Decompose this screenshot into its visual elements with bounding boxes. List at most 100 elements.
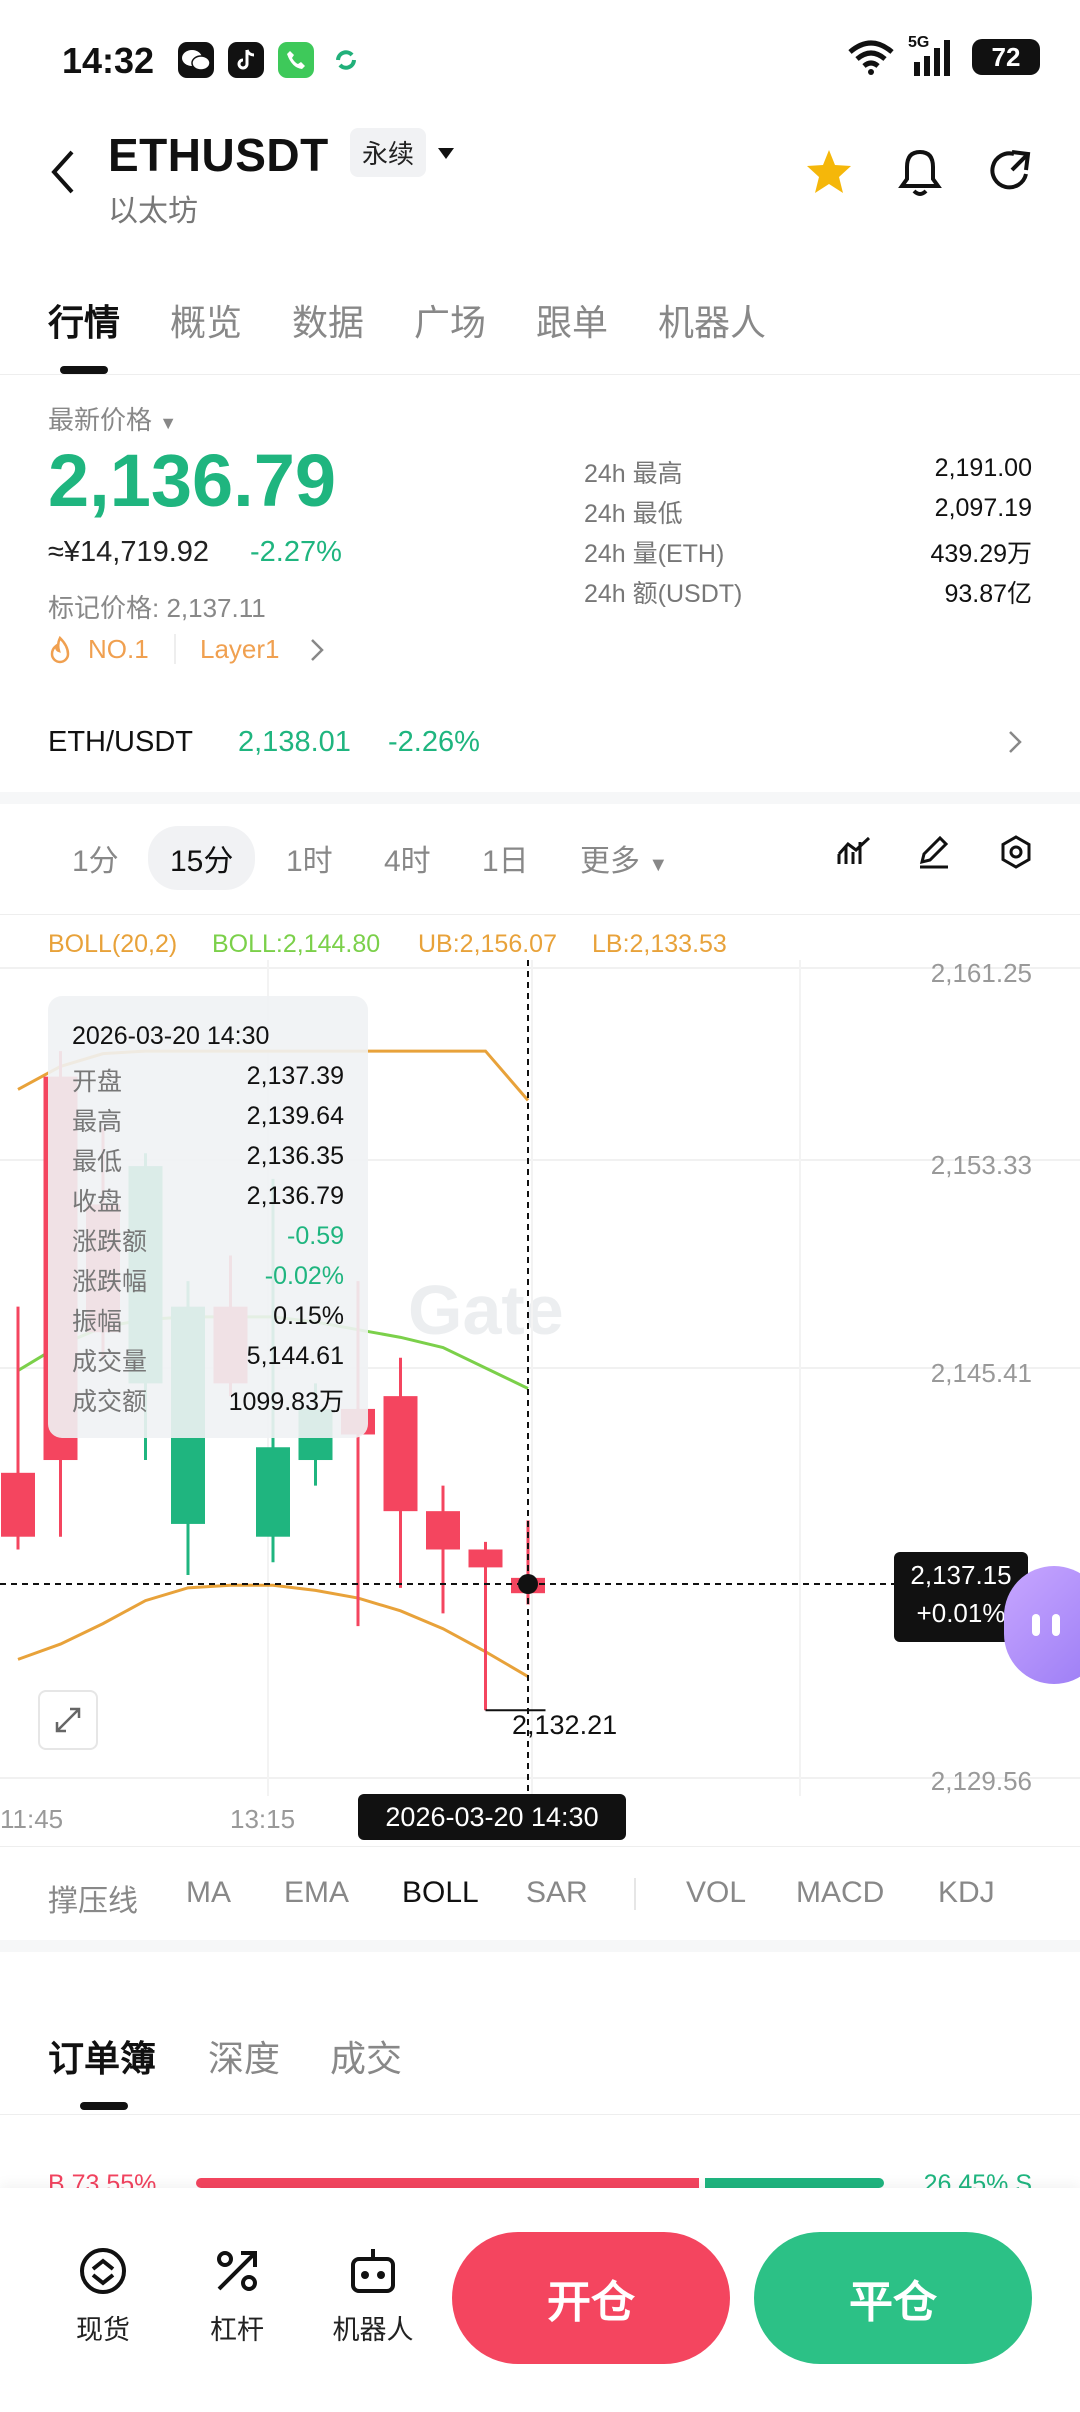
stat-value: 439.29万 <box>930 540 1032 568</box>
interval-more[interactable]: 更多 ▼ <box>580 836 668 880</box>
spot-label: 现货 <box>76 2315 130 2345</box>
latest-price-label[interactable]: 最新价格 ▼ <box>48 400 177 437</box>
tooltip-key: 成交量 <box>72 1348 148 1376</box>
stat-row: 24h 最高 2,191.00 <box>584 454 1032 494</box>
stat-key: 24h 额(USDT) <box>584 580 743 608</box>
indicator-kdj[interactable]: KDJ <box>938 1876 995 1910</box>
back-icon[interactable] <box>48 148 78 196</box>
tab-market[interactable]: 行情 <box>48 294 120 346</box>
tooltip-date-row: 2026-03-20 14:30 <box>72 1022 344 1062</box>
tooltip-row: 最低 2,136.35 <box>72 1142 344 1182</box>
open-position-button[interactable]: 开仓 <box>452 2232 730 2364</box>
tooltip-value: 2,136.35 <box>246 1142 344 1170</box>
pair-name: 以太坊 <box>108 195 198 228</box>
robot-nav-button[interactable]: 机器人 <box>318 2245 428 2347</box>
tab-square[interactable]: 广场 <box>414 294 486 346</box>
chevron-right-icon[interactable] <box>1008 730 1022 754</box>
tab-orderbook[interactable]: 订单簿 <box>48 2030 156 2082</box>
boll-lb-value: LB:2,133.53 <box>592 930 727 958</box>
spot-nav-button[interactable]: 现货 <box>48 2245 158 2347</box>
leverage-nav-button[interactable]: 杠杆 <box>182 2245 292 2347</box>
rank-tag[interactable]: NO.1 <box>88 634 149 665</box>
interval-1m[interactable]: 1分 <box>72 836 119 880</box>
tab-robot[interactable]: 机器人 <box>658 294 766 346</box>
battery-icon: 72 <box>972 39 1040 75</box>
orderbook-underline <box>80 2102 128 2110</box>
indicator-vol[interactable]: VOL <box>686 1876 746 1910</box>
divider <box>0 374 1080 375</box>
stat-row: 24h 量(ETH) 439.29万 <box>584 534 1032 574</box>
indicator-ema[interactable]: EMA <box>284 1876 349 1910</box>
indicator-sar[interactable]: SAR <box>526 1876 588 1910</box>
stat-key: 24h 最低 <box>584 500 683 528</box>
leverage-label: 杠杆 <box>210 2315 264 2345</box>
status-right: 5G 72 <box>846 34 1040 76</box>
candle-tooltip: 2026-03-20 14:30 开盘 2,137.39 最高 2,139.64 最… <box>48 996 368 1438</box>
candle-body <box>383 1396 418 1512</box>
expand-chart-button[interactable] <box>38 1690 98 1750</box>
wifi-icon <box>848 40 894 75</box>
tooltip-row: 最高 2,139.64 <box>72 1102 344 1142</box>
tab-trades[interactable]: 成交 <box>330 2030 402 2082</box>
indicator-divider <box>634 1878 636 1910</box>
tab-data[interactable]: 数据 <box>292 294 364 346</box>
tooltip-value: 0.15% <box>273 1302 344 1330</box>
boll-ub-value: UB:2,156.07 <box>418 930 557 958</box>
tab-overview[interactable]: 概览 <box>170 294 242 346</box>
spot-pair[interactable]: ETH/USDT <box>48 726 193 759</box>
tooltip-value: 1099.83万 <box>228 1388 344 1416</box>
favorite-star-icon[interactable] <box>804 148 854 196</box>
interval-1d[interactable]: 1日 <box>482 836 529 880</box>
spot-price: 2,138.01 <box>238 726 351 758</box>
status-apps <box>178 42 364 78</box>
interval-15m[interactable]: 15分 <box>148 826 256 890</box>
candle-body <box>426 1511 460 1550</box>
tooltip-value: -0.02% <box>264 1262 344 1290</box>
tooltip-row: 涨跌幅 -0.02% <box>72 1262 344 1302</box>
caret-down-icon[interactable] <box>436 146 456 162</box>
tab-copy-trade[interactable]: 跟单 <box>536 294 608 346</box>
indicator-ma[interactable]: MA <box>186 1876 231 1910</box>
crosshair-dot <box>518 1573 538 1594</box>
indicator-icon[interactable] <box>836 834 872 870</box>
chevron-right-icon[interactable] <box>310 638 324 662</box>
tooltip-row: 成交量 5,144.61 <box>72 1342 344 1382</box>
network-type: 5G <box>908 34 930 51</box>
chart-settings-icon[interactable] <box>998 834 1034 870</box>
cny-price: ≈¥14,719.92 <box>48 536 210 568</box>
indicator-support[interactable]: 撑压线 <box>48 1876 138 1920</box>
stat-row: 24h 最低 2,097.19 <box>584 494 1032 534</box>
y-tick: 2,153.33 <box>930 1150 1032 1180</box>
draw-pencil-icon[interactable] <box>916 834 952 870</box>
floating-assistant-button[interactable] <box>1004 1566 1080 1684</box>
y-tick: 2,129.56 <box>930 1766 1032 1796</box>
boll-mid-value: BOLL:2,144.80 <box>212 930 381 958</box>
stat-value: 93.87亿 <box>944 580 1032 608</box>
contract-type-badge[interactable]: 永续 <box>350 128 427 177</box>
robot-icon <box>351 2249 395 2293</box>
category-tag[interactable]: Layer1 <box>200 634 280 665</box>
candle-body <box>468 1549 503 1568</box>
interval-1h[interactable]: 1时 <box>286 836 333 880</box>
tiktok-icon <box>228 42 264 78</box>
tooltip-row: 成交额 1099.83万 <box>72 1382 344 1422</box>
bell-icon[interactable] <box>896 148 944 198</box>
tab-depth[interactable]: 深度 <box>208 2030 280 2082</box>
stat-value: 2,191.00 <box>934 454 1032 482</box>
share-icon[interactable] <box>986 148 1034 196</box>
pair-symbol[interactable]: ETHUSDT <box>108 128 329 182</box>
tooltip-key: 涨跌额 <box>72 1228 148 1256</box>
indicator-boll[interactable]: BOLL <box>402 1876 479 1910</box>
x-tick: 13:15 <box>230 1804 296 1834</box>
divider <box>0 914 1080 915</box>
crosshair-date-label: 2026-03-20 14:30 <box>358 1794 626 1840</box>
candle-body <box>256 1447 290 1537</box>
close-position-button[interactable]: 平仓 <box>754 2232 1032 2364</box>
x-tick: 11:45 <box>0 1804 64 1834</box>
low-marker-label: 2,132.21 <box>512 1710 618 1740</box>
indicator-macd[interactable]: MACD <box>796 1876 884 1910</box>
interval-4h[interactable]: 4时 <box>384 836 431 880</box>
tooltip-value: -0.59 <box>287 1222 344 1250</box>
crosshair-price: 2,137.15 <box>910 1560 1012 1590</box>
tooltip-key: 收盘 <box>72 1188 123 1216</box>
